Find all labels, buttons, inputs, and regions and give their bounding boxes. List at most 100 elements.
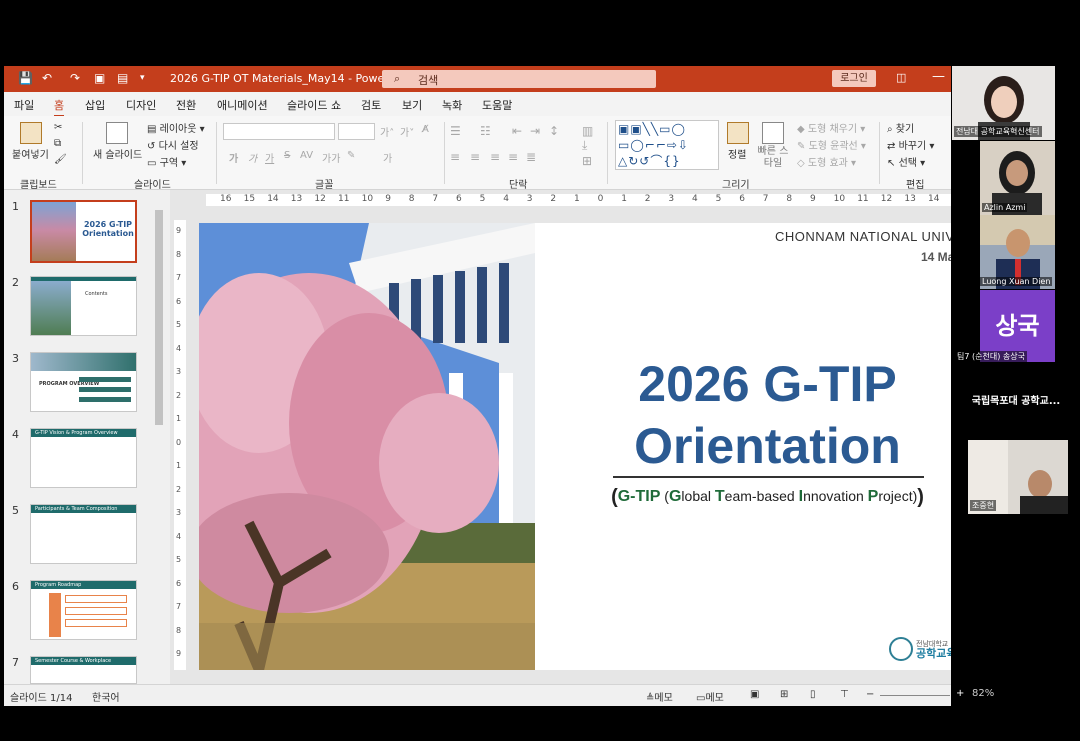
increase-indent-icon[interactable]: ⇥ bbox=[530, 124, 540, 138]
zoom-out-icon[interactable]: − bbox=[866, 689, 874, 700]
thumbnail-scrollbar[interactable] bbox=[154, 198, 164, 684]
tab-review[interactable]: 검토 bbox=[361, 97, 381, 113]
layout-button[interactable]: ▤ 레이아웃 ▾ bbox=[147, 120, 205, 135]
bold-button[interactable]: 가 bbox=[229, 150, 238, 165]
subtitle-initial: G bbox=[668, 488, 682, 505]
font-color-button[interactable]: 가 bbox=[383, 150, 392, 165]
font-name-combo[interactable] bbox=[223, 123, 335, 140]
strikethrough-button[interactable]: S bbox=[284, 150, 290, 161]
scrollbar-thumb[interactable] bbox=[155, 210, 163, 425]
participant-tile[interactable]: 전남대 공학교육혁신센터 bbox=[952, 66, 1055, 140]
logo-emblem-icon bbox=[889, 637, 913, 661]
underline-button[interactable]: 가 bbox=[265, 150, 274, 165]
new-slide-button[interactable]: 새 슬라이드 bbox=[93, 146, 142, 161]
decrease-indent-icon[interactable]: ⇤ bbox=[512, 124, 522, 138]
slide-thumbnail-5[interactable]: Participants & Team Composition bbox=[30, 504, 137, 564]
tab-view[interactable]: 보기 bbox=[402, 97, 422, 113]
smartart-icon[interactable]: ⊞ bbox=[582, 154, 592, 168]
arrange-icon[interactable] bbox=[727, 122, 749, 144]
slide-thumbnail-4[interactable]: G-TIP Vision & Program Overview bbox=[30, 428, 137, 488]
font-size-combo[interactable] bbox=[338, 123, 375, 140]
slide-thumbnail-6[interactable]: Program Roadmap bbox=[30, 580, 137, 640]
undo-icon[interactable]: ↶ bbox=[42, 71, 52, 85]
change-case-button[interactable]: 가가 bbox=[322, 150, 340, 165]
tab-transitions[interactable]: 전환 bbox=[176, 97, 196, 113]
bullets-icon[interactable]: ☰ bbox=[450, 124, 461, 138]
tab-design[interactable]: 디자인 bbox=[126, 97, 156, 113]
shape-effects-button[interactable]: ◇ 도형 효과 ▾ bbox=[797, 154, 856, 169]
participant-tile[interactable]: Azlin Azmi bbox=[980, 141, 1055, 215]
slide-thumbnail-3[interactable]: PROGRAM OVERVIEW bbox=[30, 352, 137, 412]
search-input[interactable]: ⌕ 검색 bbox=[382, 70, 656, 88]
redo-icon[interactable]: ↷ bbox=[70, 71, 80, 85]
columns-icon[interactable]: ▥ bbox=[582, 124, 593, 138]
reset-button[interactable]: ↺ 다시 설정 bbox=[147, 137, 199, 152]
slide-thumbnail-2[interactable]: Contents bbox=[30, 276, 137, 336]
slide-sorter-icon[interactable]: ⊞ bbox=[780, 689, 788, 700]
align-left-icon[interactable]: ≡ bbox=[450, 150, 460, 164]
minimize-icon[interactable]: — bbox=[932, 69, 945, 84]
reading-view-icon[interactable]: ▯ bbox=[810, 689, 816, 700]
font-grow-button[interactable]: 가˄ bbox=[380, 124, 394, 139]
zoom-in-icon[interactable]: + bbox=[956, 688, 964, 699]
paste-button[interactable]: 붙여넣기 bbox=[12, 146, 49, 161]
tab-insert[interactable]: 삽입 bbox=[85, 97, 105, 113]
tab-animations[interactable]: 애니메이션 bbox=[217, 97, 268, 113]
section-button[interactable]: ▭ 구역 ▾ bbox=[147, 154, 186, 169]
italic-button[interactable]: 가 bbox=[248, 150, 257, 165]
ribbon-display-icon[interactable]: ◫ bbox=[896, 71, 906, 84]
tab-slideshow[interactable]: 슬라이드 쇼 bbox=[287, 97, 341, 113]
shape-fill-button[interactable]: ◆ 도형 채우기 ▾ bbox=[797, 120, 865, 135]
slide-thumbnail-1[interactable]: 2026 G-TIP Orientation bbox=[30, 200, 137, 263]
language-indicator[interactable]: 한국어 bbox=[92, 689, 120, 704]
cut-icon[interactable]: ✂ bbox=[54, 122, 62, 133]
tab-home[interactable]: 홈 bbox=[54, 97, 65, 117]
ruler-tick: 2 bbox=[550, 194, 557, 204]
char-spacing-button[interactable]: AV bbox=[300, 150, 313, 161]
participant-tile[interactable]: Luong Xuan Dien bbox=[980, 215, 1055, 289]
tab-file[interactable]: 파일 bbox=[14, 97, 34, 113]
copy-icon[interactable]: ⧉ bbox=[54, 138, 61, 149]
clear-format-icon[interactable]: A̸ bbox=[422, 124, 429, 135]
slide-thumbnail-7[interactable]: Semester Course & Workplace bbox=[30, 656, 137, 684]
current-slide[interactable]: CHONNAM NATIONAL UNIVE 14 Ma 2026 G-TIP … bbox=[199, 223, 951, 670]
ruler-tick: 13 bbox=[290, 194, 303, 204]
justify-icon[interactable]: ≡ bbox=[508, 150, 518, 164]
customize-toolbar-icon[interactable]: ▾ bbox=[140, 73, 145, 83]
slideshow-view-icon[interactable]: ⊤ bbox=[840, 689, 849, 700]
tab-help[interactable]: 도움말 bbox=[482, 97, 512, 113]
align-right-icon[interactable]: ≡ bbox=[490, 150, 500, 164]
participant-tile[interactable]: 조중현 bbox=[968, 440, 1068, 514]
find-label: 찾기 bbox=[895, 124, 915, 135]
numbering-icon[interactable]: ☷ bbox=[480, 124, 491, 138]
shape-outline-button[interactable]: ✎ 도형 윤곽선 ▾ bbox=[797, 137, 866, 152]
comments-button[interactable]: ▭메모 bbox=[696, 689, 724, 704]
highlight-color-icon[interactable]: ✎ bbox=[347, 150, 355, 161]
replace-button[interactable]: ⇄ 바꾸기 ▾ bbox=[887, 137, 934, 152]
text-direction-icon[interactable]: ⤓ bbox=[582, 138, 587, 153]
zoom-slider[interactable] bbox=[880, 695, 950, 696]
participant-name[interactable]: 국립목포대 공학교... bbox=[952, 392, 1080, 407]
select-button[interactable]: ↖ 선택 ▾ bbox=[887, 154, 925, 169]
align-center-icon[interactable]: ≡ bbox=[470, 150, 480, 164]
notes-button[interactable]: ≜메모 bbox=[646, 689, 673, 704]
tab-record[interactable]: 녹화 bbox=[442, 97, 462, 113]
new-slide-icon[interactable] bbox=[106, 122, 128, 144]
shapes-gallery[interactable]: ▣▣╲╲▭◯ ▭◯⌐⌐⇨⇩ △↻↺⌒{} bbox=[615, 120, 719, 170]
distributed-icon[interactable]: ≣ bbox=[526, 150, 536, 164]
format-painter-icon[interactable]: 🖌 bbox=[54, 154, 67, 165]
quick-styles-icon[interactable] bbox=[762, 122, 784, 144]
line-spacing-icon[interactable]: ↕ bbox=[549, 124, 559, 138]
login-button[interactable]: 로그인 bbox=[832, 70, 876, 87]
zoom-level[interactable]: 82% bbox=[972, 688, 994, 699]
paste-icon[interactable] bbox=[20, 122, 42, 144]
slideshow-icon[interactable]: ▤ bbox=[117, 71, 128, 85]
font-shrink-button[interactable]: 가˅ bbox=[400, 124, 414, 139]
present-icon[interactable]: ▣ bbox=[94, 71, 105, 85]
quick-styles-button[interactable]: 빠른 스타일 bbox=[756, 146, 790, 170]
normal-view-icon[interactable]: ▣ bbox=[750, 689, 759, 700]
slide-counter: 슬라이드 1/14 bbox=[10, 693, 73, 704]
find-button[interactable]: ⌕ 찾기 bbox=[887, 120, 914, 135]
save-icon[interactable]: 💾 bbox=[18, 71, 33, 85]
arrange-button[interactable]: 정렬 bbox=[728, 146, 746, 161]
